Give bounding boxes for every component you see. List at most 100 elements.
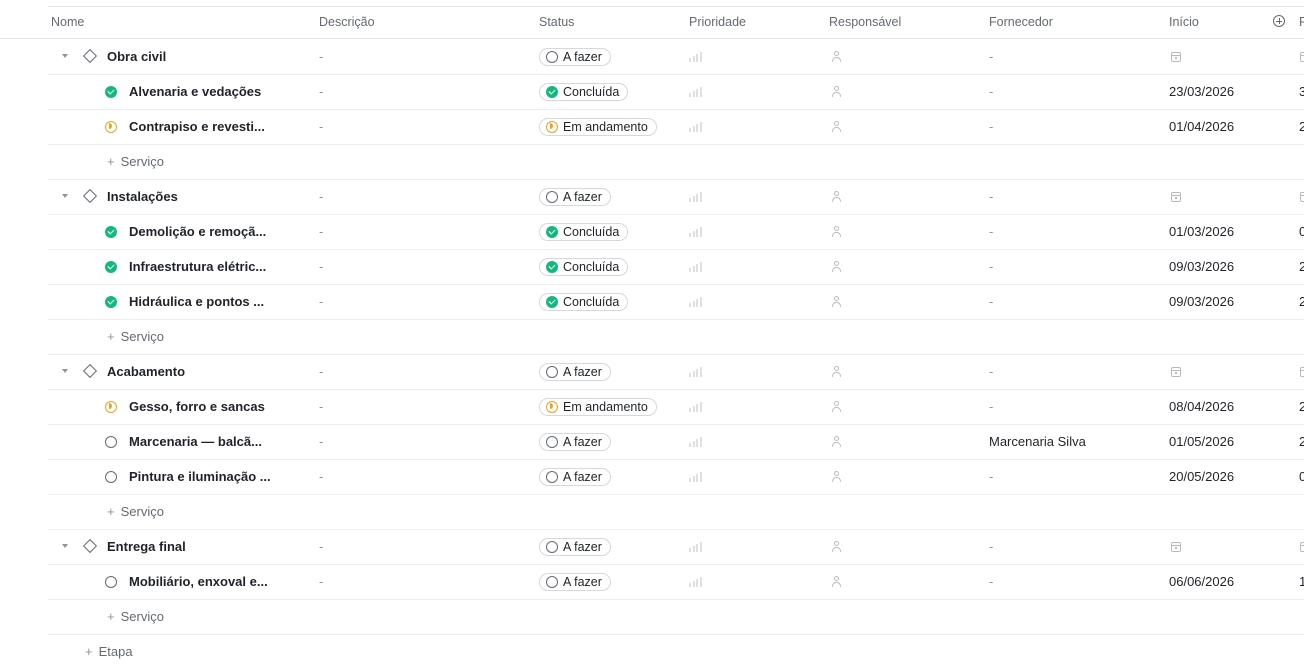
task-name[interactable]: Infraestrutura elétric... xyxy=(129,249,266,284)
column-header-priority[interactable]: Prioridade xyxy=(689,7,746,38)
assignee-cell[interactable] xyxy=(831,214,841,249)
assignee-cell[interactable] xyxy=(831,424,841,459)
add-service-row[interactable]: + Serviço xyxy=(48,599,1304,635)
description-cell[interactable]: - xyxy=(319,284,323,319)
task-name[interactable]: Gesso, forro e sancas xyxy=(129,389,265,424)
add-service-button[interactable]: + Serviço xyxy=(107,319,164,354)
add-stage-row[interactable]: + Etapa xyxy=(48,634,1304,669)
priority-cell[interactable] xyxy=(689,249,702,284)
assignee-cell[interactable] xyxy=(831,354,841,389)
supplier-cell[interactable]: - xyxy=(989,179,993,214)
assignee-cell[interactable] xyxy=(831,564,841,599)
end-date-cell[interactable] xyxy=(1300,529,1304,564)
status-badge[interactable]: A fazer xyxy=(539,362,611,381)
end-date-cell[interactable]: 2 xyxy=(1299,424,1304,459)
add-service-button[interactable]: + Serviço xyxy=(107,144,164,179)
supplier-cell[interactable]: - xyxy=(989,249,993,284)
assignee-cell[interactable] xyxy=(831,109,841,144)
add-service-row[interactable]: + Serviço xyxy=(48,144,1304,180)
add-service-row[interactable]: + Serviço xyxy=(48,494,1304,530)
priority-cell[interactable] xyxy=(689,529,702,564)
supplier-cell[interactable]: - xyxy=(989,564,993,599)
task-status-icon[interactable] xyxy=(105,459,117,494)
column-header-description[interactable]: Descrição xyxy=(319,7,375,38)
task-row[interactable]: Gesso, forro e sancas - Em andamento - 08/04… xyxy=(48,389,1304,425)
description-cell[interactable]: - xyxy=(319,39,323,74)
task-row[interactable]: Mobiliário, enxoval e... - A fazer - 06/06/2… xyxy=(48,564,1304,600)
status-badge[interactable]: Concluída xyxy=(539,257,629,276)
description-cell[interactable]: - xyxy=(319,459,323,494)
add-service-button[interactable]: + Serviço xyxy=(107,599,164,634)
supplier-cell[interactable]: - xyxy=(989,39,993,74)
priority-cell[interactable] xyxy=(689,424,702,459)
status-cell[interactable]: Concluída xyxy=(539,74,629,109)
status-badge[interactable]: Concluída xyxy=(539,222,629,241)
add-service-button[interactable]: + Serviço xyxy=(107,494,164,529)
end-date-cell[interactable]: 2 xyxy=(1299,284,1304,319)
start-date-cell[interactable]: 01/05/2026 xyxy=(1169,424,1234,459)
stage-row[interactable]: Entrega final - A fazer - xyxy=(48,529,1304,565)
end-date-cell[interactable]: 0 xyxy=(1299,459,1304,494)
status-badge[interactable]: A fazer xyxy=(539,187,611,206)
status-cell[interactable]: Concluída xyxy=(539,249,629,284)
collapse-chevron-icon[interactable] xyxy=(62,54,68,58)
task-row[interactable]: Pintura e iluminação ... - A fazer - 20/05/2… xyxy=(48,459,1304,495)
start-date-cell[interactable]: 23/03/2026 xyxy=(1169,74,1234,109)
description-cell[interactable]: - xyxy=(319,564,323,599)
task-row[interactable]: Hidráulica e pontos ... - Concluída - 09/03/… xyxy=(48,284,1304,320)
status-cell[interactable]: A fazer xyxy=(539,459,611,494)
priority-cell[interactable] xyxy=(689,354,702,389)
description-cell[interactable]: - xyxy=(319,179,323,214)
description-cell[interactable]: - xyxy=(319,389,323,424)
supplier-cell[interactable]: - xyxy=(989,109,993,144)
column-header-supplier[interactable]: Fornecedor xyxy=(989,7,1053,38)
task-row[interactable]: Demolição e remoçã... - Concluída - 01/03/20… xyxy=(48,214,1304,250)
end-date-cell[interactable]: 2 xyxy=(1299,109,1304,144)
status-cell[interactable]: Em andamento xyxy=(539,109,657,144)
task-row[interactable]: Contrapiso e revesti... - Em andamento - 01/… xyxy=(48,109,1304,145)
start-date-cell[interactable] xyxy=(1171,39,1181,74)
assignee-cell[interactable] xyxy=(831,529,841,564)
start-date-cell[interactable]: 20/05/2026 xyxy=(1169,459,1234,494)
description-cell[interactable]: - xyxy=(319,354,323,389)
priority-cell[interactable] xyxy=(689,564,702,599)
description-cell[interactable]: - xyxy=(319,74,323,109)
column-header-status[interactable]: Status xyxy=(539,7,574,38)
start-date-cell[interactable]: 01/04/2026 xyxy=(1169,109,1234,144)
stage-row[interactable]: Acabamento - A fazer - xyxy=(48,354,1304,390)
status-badge[interactable]: Concluída xyxy=(539,82,629,101)
task-name[interactable]: Pintura e iluminação ... xyxy=(129,459,271,494)
supplier-cell[interactable]: - xyxy=(989,284,993,319)
end-date-cell[interactable] xyxy=(1300,39,1304,74)
start-date-cell[interactable] xyxy=(1171,529,1181,564)
task-status-icon[interactable] xyxy=(105,214,117,249)
supplier-cell[interactable]: - xyxy=(989,74,993,109)
status-badge[interactable]: Em andamento xyxy=(539,397,657,416)
task-row[interactable]: Marcenaria — balcã... - A fazer Marcenaria … xyxy=(48,424,1304,460)
collapse-chevron-icon[interactable] xyxy=(62,544,68,548)
start-date-cell[interactable] xyxy=(1171,179,1181,214)
supplier-cell[interactable]: - xyxy=(989,214,993,249)
status-badge[interactable]: A fazer xyxy=(539,432,611,451)
priority-cell[interactable] xyxy=(689,389,702,424)
status-cell[interactable]: Concluída xyxy=(539,214,629,249)
add-stage-button[interactable]: + Etapa xyxy=(85,634,133,669)
supplier-cell[interactable]: - xyxy=(989,529,993,564)
stage-name[interactable]: Obra civil xyxy=(107,39,166,74)
end-date-cell[interactable] xyxy=(1300,179,1304,214)
collapse-chevron-icon[interactable] xyxy=(62,194,68,198)
assignee-cell[interactable] xyxy=(831,74,841,109)
stage-name[interactable]: Instalações xyxy=(107,179,178,214)
end-date-cell[interactable]: 2 xyxy=(1299,249,1304,284)
status-cell[interactable]: A fazer xyxy=(539,354,611,389)
priority-cell[interactable] xyxy=(689,39,702,74)
description-cell[interactable]: - xyxy=(319,424,323,459)
column-header-assignee[interactable]: Responsável xyxy=(829,7,901,38)
priority-cell[interactable] xyxy=(689,109,702,144)
task-row[interactable]: Infraestrutura elétric... - Concluída - 09/0… xyxy=(48,249,1304,285)
description-cell[interactable]: - xyxy=(319,109,323,144)
status-badge[interactable]: A fazer xyxy=(539,47,611,66)
task-status-icon[interactable] xyxy=(105,389,117,424)
supplier-cell[interactable]: Marcenaria Silva xyxy=(989,424,1086,459)
priority-cell[interactable] xyxy=(689,284,702,319)
